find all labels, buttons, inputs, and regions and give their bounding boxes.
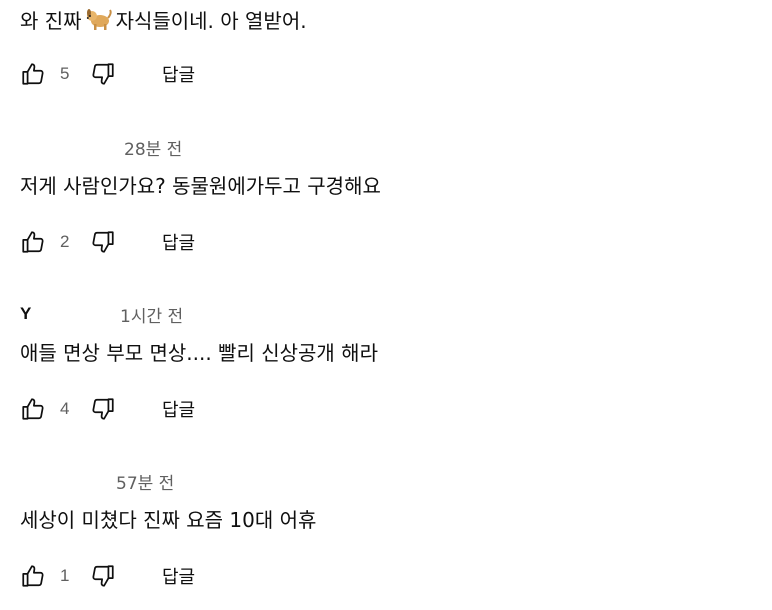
comment-text: 와 진짜 자식들이네. 아 열받어. bbox=[20, 7, 307, 38]
like-count: 2 bbox=[60, 232, 70, 251]
reply-button[interactable]: 답글 bbox=[162, 229, 195, 255]
dislike-button[interactable] bbox=[88, 59, 118, 89]
comment-text-part: 와 진짜 bbox=[20, 9, 82, 33]
dislike-button[interactable] bbox=[88, 227, 118, 257]
author-name[interactable]: Y bbox=[20, 304, 120, 324]
comment-actions: 2 답글 bbox=[18, 227, 195, 257]
comment-timestamp[interactable]: 1시간 전 bbox=[120, 302, 183, 327]
comment-text: 세상이 미쳤다 진짜 요즘 10대 어휴 bbox=[20, 508, 317, 532]
thumbs-down-icon bbox=[92, 565, 114, 587]
comment-timestamp[interactable]: 57분 전 bbox=[116, 469, 174, 494]
thumbs-down-icon bbox=[92, 231, 114, 253]
reply-button[interactable]: 답글 bbox=[162, 61, 195, 87]
thumbs-up-icon bbox=[22, 565, 44, 587]
comment-text: 애들 면상 부모 면상.... 빨리 신상공개 해라 bbox=[20, 341, 378, 365]
comment-header: Y 1시간 전 bbox=[20, 301, 183, 327]
comment-text-part: 자식들이네. 아 열받어. bbox=[115, 9, 307, 33]
dislike-button[interactable] bbox=[88, 394, 118, 424]
thumbs-down-icon bbox=[92, 63, 114, 85]
comment-header: 28분 전 bbox=[20, 134, 182, 160]
like-button[interactable] bbox=[18, 394, 48, 424]
comment-actions: 4 답글 bbox=[18, 394, 195, 424]
like-button[interactable] bbox=[18, 59, 48, 89]
comment-header: 57분 전 bbox=[20, 468, 174, 494]
like-button[interactable] bbox=[18, 227, 48, 257]
dog-icon bbox=[86, 7, 112, 38]
thumbs-up-icon bbox=[22, 231, 44, 253]
like-count: 1 bbox=[60, 566, 70, 585]
thumbs-up-icon bbox=[22, 63, 44, 85]
like-count: 4 bbox=[60, 399, 70, 418]
reply-button[interactable]: 답글 bbox=[162, 396, 195, 422]
like-count: 5 bbox=[60, 64, 70, 83]
comment-actions: 5 답글 bbox=[18, 59, 195, 89]
comment-actions: 1 답글 bbox=[18, 561, 195, 591]
comment-timestamp[interactable]: 28분 전 bbox=[124, 135, 182, 160]
thumbs-down-icon bbox=[92, 398, 114, 420]
thumbs-up-icon bbox=[22, 398, 44, 420]
dislike-button[interactable] bbox=[88, 561, 118, 591]
like-button[interactable] bbox=[18, 561, 48, 591]
comment-text: 저게 사람인가요? 동물원에가두고 구경해요 bbox=[20, 174, 381, 198]
reply-button[interactable]: 답글 bbox=[162, 563, 195, 589]
